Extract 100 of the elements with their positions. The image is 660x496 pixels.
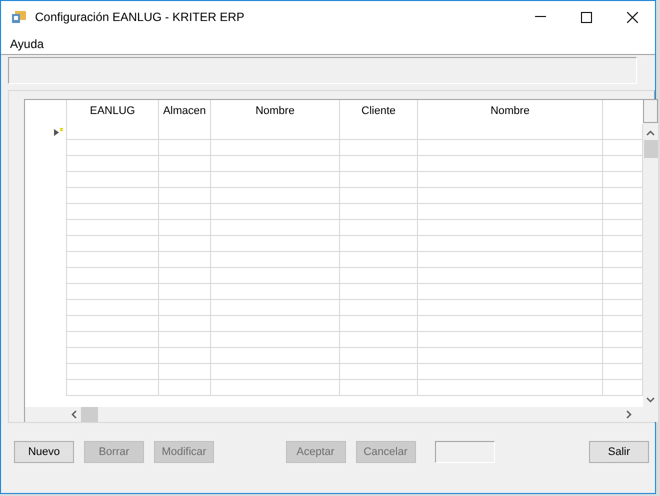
grid-cell[interactable]	[418, 156, 603, 172]
grid-cell[interactable]	[211, 268, 340, 284]
grid-cell[interactable]	[159, 156, 211, 172]
grid-cell[interactable]	[159, 364, 211, 380]
grid-cell[interactable]	[211, 284, 340, 300]
grid-cell[interactable]	[67, 284, 159, 300]
grid-cell[interactable]	[211, 220, 340, 236]
grid-cell[interactable]	[211, 188, 340, 204]
grid-cell[interactable]	[211, 140, 340, 156]
grid-cell[interactable]	[159, 172, 211, 188]
grid-cell[interactable]	[159, 124, 211, 140]
grid-cell[interactable]	[418, 332, 603, 348]
action-button[interactable]: Nuevo	[14, 441, 74, 463]
grid-cell[interactable]	[159, 380, 211, 396]
column-header[interactable]: Nombre	[211, 100, 340, 124]
grid-cell[interactable]	[211, 236, 340, 252]
grid-cell[interactable]	[418, 380, 603, 396]
grid-cell[interactable]	[211, 156, 340, 172]
grid-cell[interactable]	[211, 172, 340, 188]
grid-cell[interactable]	[418, 284, 603, 300]
grid-cell[interactable]	[67, 156, 159, 172]
grid-cell[interactable]	[67, 252, 159, 268]
grid-cell[interactable]	[159, 204, 211, 220]
grid-cell[interactable]	[159, 236, 211, 252]
grid-cell[interactable]	[67, 188, 159, 204]
grid-cell[interactable]	[211, 348, 340, 364]
grid-cell[interactable]	[211, 316, 340, 332]
input-field[interactable]	[434, 441, 494, 463]
grid-cell[interactable]	[340, 348, 418, 364]
grid-cell[interactable]	[418, 124, 603, 140]
scroll-thumb[interactable]	[81, 407, 98, 422]
grid-cell[interactable]	[67, 172, 159, 188]
grid-cell[interactable]	[67, 332, 159, 348]
grid-cell[interactable]	[340, 332, 418, 348]
grid-cell[interactable]	[418, 364, 603, 380]
grid-cell[interactable]	[67, 204, 159, 220]
grid-cell[interactable]	[418, 252, 603, 268]
grid-cell[interactable]	[340, 268, 418, 284]
grid-cell[interactable]	[67, 364, 159, 380]
grid-cell[interactable]	[67, 380, 159, 396]
grid-cell[interactable]	[67, 348, 159, 364]
grid-cell[interactable]	[418, 348, 603, 364]
grid-cell[interactable]	[67, 268, 159, 284]
grid-cell[interactable]	[159, 316, 211, 332]
grid-cell[interactable]	[67, 140, 159, 156]
action-button[interactable]: Salir	[589, 441, 649, 463]
grid-cell[interactable]	[211, 252, 340, 268]
grid-cell[interactable]	[211, 124, 340, 140]
grid-cell[interactable]	[418, 236, 603, 252]
grid-cell[interactable]	[159, 188, 211, 204]
column-header[interactable]: EANLUG	[67, 100, 159, 124]
grid-cell[interactable]	[418, 268, 603, 284]
grid-cell[interactable]	[159, 332, 211, 348]
grid-cell[interactable]	[159, 300, 211, 316]
grid-cell[interactable]	[340, 316, 418, 332]
grid-cell[interactable]	[340, 140, 418, 156]
grid-cell[interactable]	[211, 332, 340, 348]
grid-cell[interactable]	[340, 188, 418, 204]
grid-cell[interactable]	[211, 380, 340, 396]
grid-cell[interactable]	[418, 220, 603, 236]
column-header[interactable]: Almacen	[159, 100, 211, 124]
grid-cell[interactable]	[159, 268, 211, 284]
scroll-thumb[interactable]	[644, 140, 658, 158]
grid-cell[interactable]	[340, 220, 418, 236]
grid-cell[interactable]	[67, 300, 159, 316]
grid-cell[interactable]	[67, 316, 159, 332]
grid-cell[interactable]	[418, 204, 603, 220]
grid-cell[interactable]	[159, 220, 211, 236]
grid-cell[interactable]	[67, 220, 159, 236]
grid-cell[interactable]	[211, 300, 340, 316]
grid-cell[interactable]	[340, 252, 418, 268]
close-icon	[626, 12, 638, 22]
grid-cell[interactable]	[418, 188, 603, 204]
grid-cell[interactable]	[159, 140, 211, 156]
grid-cell[interactable]	[340, 236, 418, 252]
grid-cell[interactable]	[418, 172, 603, 188]
grid-cell[interactable]	[67, 236, 159, 252]
grid-cell[interactable]	[340, 204, 418, 220]
grid-cell[interactable]	[418, 140, 603, 156]
grid-cell[interactable]	[340, 364, 418, 380]
grid-cell[interactable]	[159, 252, 211, 268]
grid-cell[interactable]	[340, 300, 418, 316]
column-header[interactable]: Nombre	[418, 100, 603, 124]
minimize-icon	[534, 16, 546, 18]
grid-cell[interactable]	[340, 172, 418, 188]
grid-cell[interactable]	[340, 380, 418, 396]
maximize-icon	[580, 12, 592, 22]
menu-item[interactable]: Ayuda	[7, 36, 47, 50]
grid-cell[interactable]	[340, 156, 418, 172]
grid-cell[interactable]	[340, 284, 418, 300]
grid-cell[interactable]	[211, 204, 340, 220]
grid-cell[interactable]	[211, 364, 340, 380]
grid-cell[interactable]	[418, 316, 603, 332]
grid-cell[interactable]	[159, 348, 211, 364]
grid-cell[interactable]	[67, 124, 159, 140]
grid-cell[interactable]	[159, 284, 211, 300]
window-title: Configuración EANLUG - KRITER ERP	[35, 10, 246, 24]
grid-cell[interactable]	[418, 300, 603, 316]
column-header[interactable]: Cliente	[340, 100, 418, 124]
grid-cell[interactable]	[340, 124, 418, 140]
